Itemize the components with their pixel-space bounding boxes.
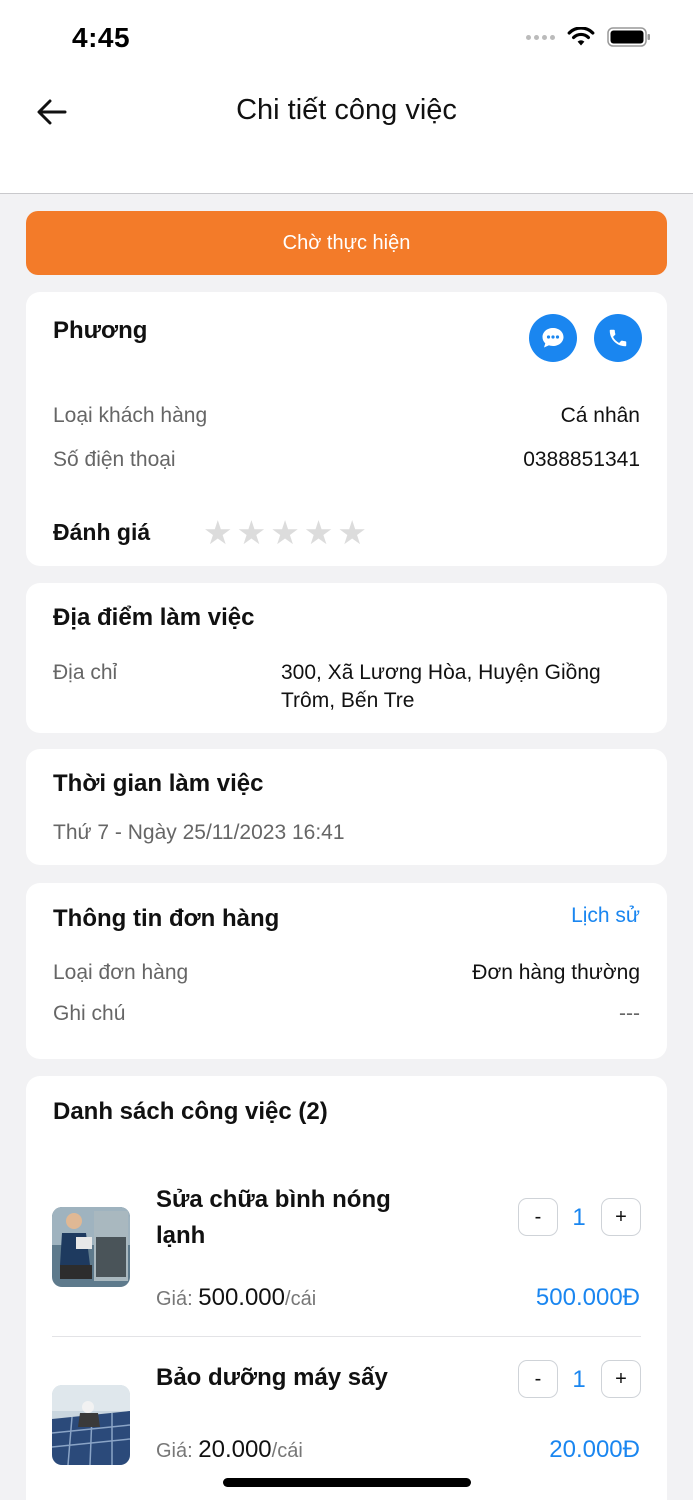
unit-price: Giá: 500.000/cái	[156, 1284, 316, 1312]
page-title: Chi tiết công việc	[236, 94, 457, 126]
phone-icon	[609, 329, 627, 347]
customer-name: Phương	[53, 317, 148, 344]
star-icon[interactable]: ★	[270, 516, 300, 549]
chat-button[interactable]	[529, 314, 577, 362]
note-value: ---	[619, 1002, 640, 1025]
cellular-signal-icon	[526, 34, 555, 40]
navigation-bar: Chi tiết công việc	[0, 70, 693, 194]
phone-label: Số điện thoại	[53, 448, 176, 471]
rating-stars[interactable]: ★ ★ ★ ★ ★	[203, 516, 367, 549]
address-value: 300, Xã Lương Hòa, Huyện Giồng Trôm, Bến…	[281, 661, 601, 712]
line-total: 20.000Đ	[549, 1436, 640, 1463]
customer-type-value: Cá nhân	[560, 404, 640, 427]
phone-value: 0388851341	[523, 448, 640, 471]
status-bar: 4:45	[0, 0, 693, 70]
customer-card: Phương Loại khách hàng Cá nhân Số điện t…	[26, 292, 667, 566]
rating-label: Đánh giá	[53, 519, 151, 545]
note-label: Ghi chú	[53, 1002, 126, 1025]
star-icon[interactable]: ★	[304, 516, 334, 549]
job-name: Sửa chữa bình nóng lạnh	[156, 1186, 391, 1249]
address-label: Địa chỉ	[53, 661, 118, 684]
decrease-quantity-button[interactable]: -	[518, 1360, 558, 1398]
decrease-quantity-button[interactable]: -	[518, 1198, 558, 1236]
increase-quantity-button[interactable]: +	[601, 1198, 641, 1236]
job-thumbnail-image	[52, 1385, 130, 1465]
call-button[interactable]	[594, 314, 642, 362]
battery-icon	[607, 27, 650, 47]
price-amount: 500.000	[198, 1284, 286, 1311]
price-unit: /cái	[271, 1440, 303, 1462]
quantity-value: 1	[572, 1204, 586, 1231]
customer-type-label: Loại khách hàng	[53, 404, 208, 427]
quantity-value: 1	[572, 1366, 586, 1393]
price-prefix: Giá:	[156, 1440, 199, 1462]
unit-price: Giá: 20.000/cái	[156, 1436, 303, 1464]
status-indicators	[526, 26, 651, 48]
order-type-value: Đơn hàng thường	[472, 961, 640, 984]
status-time: 4:45	[72, 22, 131, 53]
location-card: Địa điểm làm việc Địa chỉ 300, Xã Lương …	[26, 583, 667, 733]
home-indicator	[223, 1478, 471, 1487]
increase-quantity-button[interactable]: +	[601, 1360, 641, 1398]
job-name: Bảo dưỡng máy sấy	[156, 1364, 388, 1391]
line-total: 500.000Đ	[535, 1284, 640, 1311]
price-unit: /cái	[285, 1288, 317, 1310]
location-title: Địa điểm làm việc	[53, 604, 255, 631]
work-time-card: Thời gian làm việc Thứ 7 - Ngày 25/11/20…	[26, 749, 667, 865]
chat-bubble-icon	[542, 328, 564, 348]
work-time-title: Thời gian làm việc	[53, 770, 264, 797]
price-amount: 20.000	[198, 1436, 272, 1463]
order-type-label: Loại đơn hàng	[53, 961, 189, 984]
wifi-icon	[567, 27, 595, 46]
star-icon[interactable]: ★	[203, 516, 233, 549]
divider	[52, 1336, 641, 1337]
work-time-value: Thứ 7 - Ngày 25/11/2023 16:41	[53, 821, 345, 844]
history-link[interactable]: Lịch sử	[571, 904, 640, 928]
star-icon[interactable]: ★	[337, 516, 367, 549]
job-thumbnail-image	[52, 1207, 130, 1287]
job-list-card: Danh sách công việc (2) Sửa chữa bình nó…	[26, 1076, 667, 1500]
job-status-badge: Chờ thực hiện	[26, 211, 667, 275]
job-list-title: Danh sách công việc (2)	[53, 1098, 328, 1125]
order-info-card: Thông tin đơn hàng Lịch sử Loại đơn hàng…	[26, 883, 667, 1059]
order-info-title: Thông tin đơn hàng	[53, 905, 280, 932]
price-prefix: Giá:	[156, 1288, 199, 1310]
star-icon[interactable]: ★	[237, 516, 267, 549]
